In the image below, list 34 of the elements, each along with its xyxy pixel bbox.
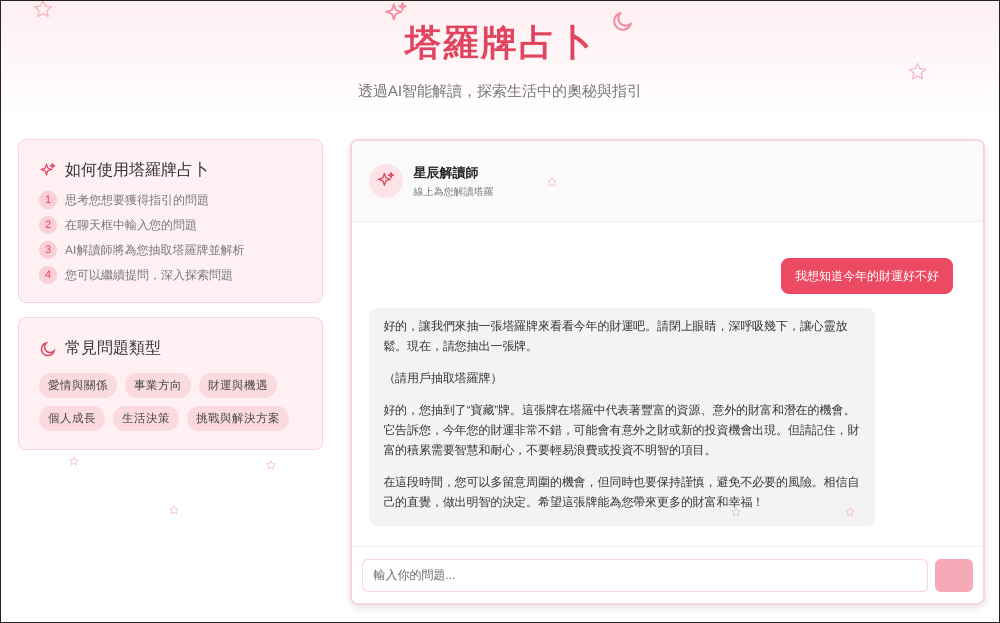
star-icon [33, 1, 53, 19]
step-text: 您可以繼續提問，深入探索問題 [65, 266, 233, 284]
topic-tag[interactable]: 財運與機遇 [199, 373, 277, 398]
card-title: 如何使用塔羅牌占卜 [65, 160, 209, 181]
step-text: AI解讀師將為您抽取塔羅牌並解析 [65, 242, 244, 258]
assistant-name: 星辰解讀師 [413, 164, 480, 182]
star-icon [547, 177, 557, 187]
card-title: 常見問題類型 [65, 338, 161, 359]
step-number: 2 [39, 216, 57, 234]
question-input[interactable]: 輸入你的問題... [362, 558, 928, 592]
topic-tag[interactable]: 事業方向 [125, 373, 191, 398]
moon-icon [611, 9, 635, 33]
star-icon [266, 460, 276, 470]
moon-icon [39, 340, 57, 358]
step-text: 思考您想要獲得指引的問題 [65, 192, 209, 208]
step-number: 1 [39, 191, 57, 209]
star-icon [731, 507, 741, 517]
topic-tag[interactable]: 愛情與關係 [39, 373, 117, 398]
topic-tag[interactable]: 個人成長 [39, 406, 105, 431]
step-text: 在聊天框中輸入您的問題 [65, 216, 197, 234]
assistant-status: 線上為您解讀塔羅 [413, 186, 494, 198]
page-title: 塔羅牌占卜 [405, 21, 595, 65]
step-number: 3 [39, 241, 57, 259]
star-icon [69, 456, 79, 466]
star-icon [908, 62, 927, 81]
user-message: 我想知道今年的財運好不好 [781, 258, 953, 294]
topic-tag[interactable]: 挑戰與解決方案 [187, 406, 289, 431]
avatar-icon [369, 164, 404, 198]
assistant-message: 好的，讓我們來抽一張塔羅牌來看看今年的財運吧。請閉上眼睛，深呼吸幾下，讓心靈放鬆。現在，請您抽出一張牌。 （請用戶抽取塔羅牌） 好的，您抽到了“寶藏”牌。這張牌在塔羅中代表著豐富的資源、意外的財富和潛在的機會。它告訴您，今年您的財運非常不錯，可能會有意外之財或新的投資機會出現。但請記住，財富的積累需要智慧和耐心，不要輕易浪費或投資不明智的項目。 在這段時間，您可以多留意周圍的機會，但同時也要保持謹慎，避免不必要的風險。相信自己的直覺，做出明智的決定。希望這張牌能為您帶來更多的財富和幸福！ [369, 308, 876, 526]
step-number: 4 [39, 266, 57, 284]
topic-tag[interactable]: 生活決策 [113, 406, 179, 431]
page-subtitle: 透過AI智能解讀，探索生活中的奧秘與指引 [358, 82, 642, 101]
star-icon [169, 505, 179, 515]
star-icon [845, 507, 855, 517]
